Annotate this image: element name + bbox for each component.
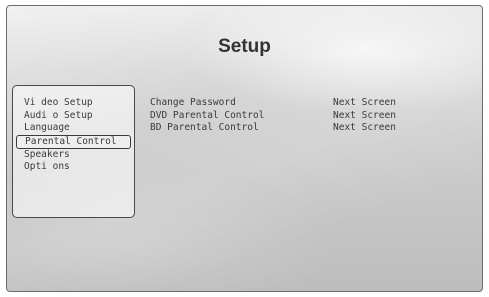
submenu-row-bd-parental-control[interactable]: BD Parental Control Next Screen	[150, 122, 450, 135]
submenu-label: BD Parental Control	[150, 122, 259, 133]
parental-control-submenu: Change Password Next Screen DVD Parental…	[150, 97, 450, 135]
submenu-label: DVD Parental Control	[150, 109, 265, 121]
submenu-row-change-password[interactable]: Change Password Next Screen	[150, 97, 450, 110]
menu-item-parental-control[interactable]: Parental Control	[16, 134, 131, 149]
menu-item-video-setup[interactable]: Vi deo Setup	[13, 97, 134, 110]
submenu-row-dvd-parental-control[interactable]: DVD Parental Control Next Screen	[150, 110, 450, 123]
submenu-label: Change Password	[150, 97, 236, 108]
setup-screen: Setup Vi deo Setup Audi o Setup Language…	[6, 5, 483, 292]
page-title: Setup	[218, 36, 271, 57]
setup-menu-panel: Vi deo Setup Audi o Setup Language Paren…	[12, 85, 135, 218]
setup-menu-list: Vi deo Setup Audi o Setup Language Paren…	[13, 97, 134, 174]
menu-item-options[interactable]: Opti ons	[13, 161, 134, 174]
submenu-value: Next Screen	[333, 109, 396, 121]
menu-item-language[interactable]: Language	[13, 122, 134, 135]
submenu-value: Next Screen	[333, 122, 396, 133]
menu-item-audio-setup[interactable]: Audi o Setup	[13, 110, 134, 123]
submenu-value: Next Screen	[333, 97, 396, 108]
menu-item-speakers[interactable]: Speakers	[13, 149, 134, 162]
